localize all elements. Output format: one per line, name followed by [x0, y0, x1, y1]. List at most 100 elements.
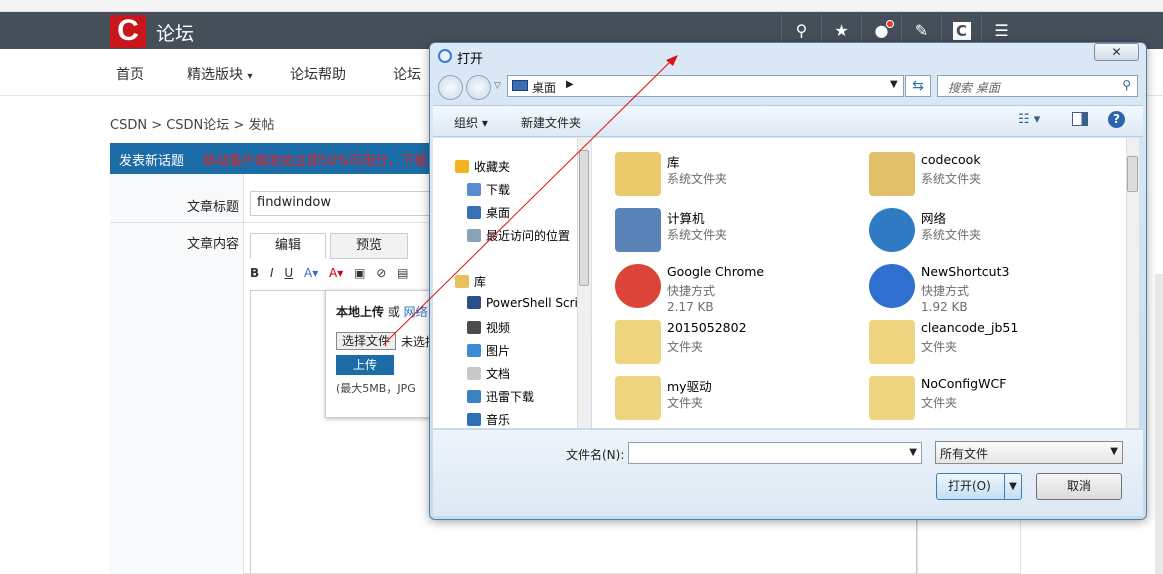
image-icon[interactable]: ▣: [354, 266, 365, 280]
file-name: 库: [667, 155, 680, 170]
nav-item-label: 视频: [486, 321, 511, 335]
csdn-logo[interactable]: C: [110, 15, 146, 48]
nav-item[interactable]: 视频: [467, 319, 510, 336]
file-item[interactable]: NoConfigWCF 文件夹: [869, 374, 1119, 424]
file-type: 系统文件夹: [921, 228, 982, 242]
nav-featured-label: 精选版块: [187, 67, 243, 83]
history-dropdown-icon[interactable]: ▽: [494, 81, 501, 91]
nav-item[interactable]: 下载: [467, 181, 510, 198]
cancel-button[interactable]: 取消: [1036, 473, 1122, 500]
computer-icon: [615, 208, 661, 252]
file-item[interactable]: codecook 系统文件夹: [869, 150, 1119, 200]
folder-icon: [615, 320, 661, 364]
nav-item-label: 图片: [486, 344, 511, 358]
nav-item[interactable]: 音乐: [467, 411, 510, 428]
content-label: 文章内容: [187, 237, 240, 252]
mobile-notice-link[interactable]: 移动客户端发帖立即50%可用分，下载: [203, 150, 433, 169]
new-folder-button[interactable]: 新建文件夹: [521, 114, 581, 131]
nav-item[interactable]: 图片: [467, 342, 510, 359]
nav-item-label: 收藏夹: [474, 160, 511, 174]
nav-item[interactable]: 收藏夹: [455, 158, 510, 175]
nav-forum[interactable]: 论坛: [393, 64, 421, 84]
file-type: 文件夹: [667, 340, 704, 354]
chevron-down-icon[interactable]: ▼: [890, 79, 898, 90]
upload-heading: 本地上传: [336, 305, 385, 319]
table-icon[interactable]: ▤: [397, 266, 408, 280]
filename-input[interactable]: ▼: [628, 442, 922, 464]
nav-item-label: 最近访问的位置: [486, 229, 571, 243]
file-type-select[interactable]: 所有文件 ▼: [935, 441, 1123, 464]
file-item[interactable]: 计算机 系统文件夹: [615, 206, 865, 256]
file-name: NoConfigWCF: [921, 376, 1007, 391]
document-icon: [467, 367, 481, 380]
file-type: 文件夹: [921, 396, 958, 410]
brand-title: 论坛: [156, 23, 195, 45]
file-name: 2015052802: [667, 320, 747, 335]
nav-scrollbar-thumb[interactable]: [579, 150, 589, 286]
post-title: 发表新话题: [119, 154, 185, 169]
image-upload-popup: 本地上传 或 网络 选择文件 未选择 上传 (最大5MB，JPG: [325, 290, 437, 418]
nav-item[interactable]: 库: [455, 273, 486, 290]
breadcrumb[interactable]: CSDN > CSDN论坛 > 发帖: [110, 114, 274, 133]
music-icon: [467, 413, 481, 426]
back-button[interactable]: [438, 75, 463, 100]
nav-home[interactable]: 首页: [116, 64, 144, 84]
help-icon[interactable]: ?: [1108, 111, 1125, 128]
underline-button[interactable]: U: [284, 266, 293, 280]
file-item[interactable]: Google Chrome 快捷方式 2.17 KB: [615, 262, 865, 314]
chevron-right-icon[interactable]: ▶: [566, 79, 574, 90]
nav-featured[interactable]: 精选版块 ▾: [187, 64, 252, 84]
tab-edit[interactable]: 编辑: [250, 233, 326, 259]
file-type: 系统文件夹: [667, 172, 728, 186]
italic-button[interactable]: I: [270, 266, 274, 280]
address-bar[interactable]: 桌面 ▶ ▼: [507, 75, 904, 97]
title-input[interactable]: findwindow: [250, 191, 440, 216]
nav-item[interactable]: 迅雷下载: [467, 388, 534, 405]
search-input[interactable]: 搜索 桌面 ⚲: [937, 75, 1138, 97]
video-icon: [467, 321, 481, 334]
file-item[interactable]: cleancode_jb51 文件夹: [869, 318, 1119, 368]
file-item[interactable]: 网络 系统文件夹: [869, 206, 1119, 256]
dialog-title: 打开: [457, 52, 484, 67]
recent-icon: [467, 229, 481, 242]
link-icon[interactable]: ⊘: [376, 266, 386, 280]
file-item[interactable]: 2015052802 文件夹: [615, 318, 865, 368]
file-size: 1.92 KB: [921, 300, 968, 314]
nav-item-label: 桌面: [486, 206, 511, 220]
file-scrollbar-thumb[interactable]: [1127, 156, 1138, 192]
chevron-down-icon[interactable]: ▼: [909, 447, 917, 458]
network-icon: [869, 208, 915, 252]
organize-menu[interactable]: 组织 ▾: [454, 114, 488, 131]
file-size: 2.17 KB: [667, 300, 714, 314]
file-item[interactable]: NewShortcut3 快捷方式 1.92 KB: [869, 262, 1119, 314]
upload-button[interactable]: 上传: [336, 355, 394, 375]
thunder-icon: [467, 390, 481, 403]
file-name: NewShortcut3: [921, 264, 1010, 279]
tab-preview[interactable]: 预览: [330, 233, 408, 259]
file-item[interactable]: my驱动 文件夹: [615, 374, 865, 424]
nav-help[interactable]: 论坛帮助: [290, 64, 346, 84]
choose-file-button[interactable]: 选择文件: [336, 332, 396, 350]
bold-button[interactable]: B: [250, 266, 259, 280]
font-style-button[interactable]: A▾: [304, 266, 318, 280]
nav-item[interactable]: 文档: [467, 365, 510, 382]
nav-item[interactable]: 最近访问的位置: [467, 227, 570, 244]
close-button[interactable]: ✕: [1094, 43, 1139, 61]
network-tab[interactable]: 网络: [404, 305, 428, 319]
search-icon: ⚲: [1122, 78, 1131, 92]
refresh-icon[interactable]: ⇆: [905, 75, 931, 97]
desktop-icon: [512, 80, 528, 91]
file-item[interactable]: 库系统文件夹: [615, 150, 865, 200]
font-color-button[interactable]: A▾: [329, 266, 343, 280]
folder-icon: [615, 376, 661, 420]
view-options-icon[interactable]: ☷ ▾: [1018, 112, 1040, 127]
chrome-icon: [615, 264, 661, 308]
preview-pane-icon[interactable]: [1072, 112, 1088, 126]
forward-button[interactable]: [466, 75, 491, 100]
open-options-dropdown[interactable]: ▼: [1004, 473, 1022, 500]
file-type: 系统文件夹: [921, 172, 982, 186]
nav-item[interactable]: 桌面: [467, 204, 510, 221]
nav-item[interactable]: PowerShell Scri: [467, 296, 578, 310]
file-type: 快捷方式: [921, 284, 970, 298]
shortcut-icon: [869, 264, 915, 308]
